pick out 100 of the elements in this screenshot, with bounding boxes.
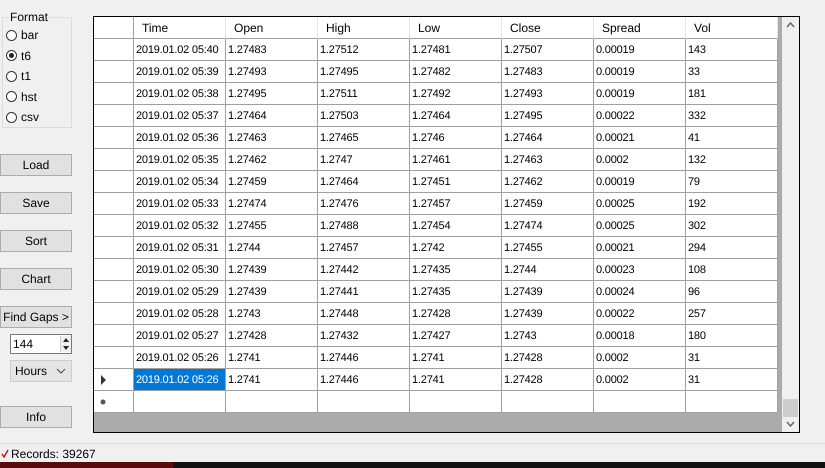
column-header[interactable]: Low [410, 17, 502, 39]
table-cell-text: 41 [687, 130, 701, 146]
table-cell-text: 0.0002 [595, 350, 630, 366]
table-cell-text: 1.27483 [227, 42, 268, 58]
scroll-up-icon[interactable] [786, 22, 795, 28]
table-cell-text: 0.00022 [595, 108, 636, 124]
table-cell-text: 1.27474 [227, 196, 268, 212]
table-cell-text: 1.27464 [227, 108, 268, 124]
table-cell-text: 1.27483 [503, 64, 544, 80]
action-button[interactable]: Save [0, 192, 72, 214]
group-title: Format [9, 10, 50, 24]
table-cell-text: 1.27435 [411, 262, 452, 278]
up-arrow-icon[interactable] [61, 336, 71, 344]
table-cell-text: 0.00019 [595, 174, 636, 190]
table-cell-text: 1.27459 [227, 174, 268, 190]
vertical-scrollbar[interactable] [782, 17, 799, 432]
scroll-down-icon[interactable] [786, 421, 795, 427]
radio-label[interactable]: hst [21, 90, 38, 104]
radio-button[interactable] [6, 30, 17, 41]
table-cell-text: 0.00024 [595, 284, 636, 300]
action-button[interactable]: Load [0, 154, 72, 176]
table-cell-text: 294 [687, 240, 707, 256]
table-cell-text: 1.27495 [319, 64, 360, 80]
row-header[interactable] [94, 369, 134, 391]
table-cell: 2019.01.02 05:26 [134, 369, 225, 390]
table-cell-text: 1.27488 [319, 218, 360, 234]
number-field[interactable]: 144 [10, 334, 72, 354]
table-cell-text: 2019.01.02 05:37 [135, 108, 220, 124]
table-cell-text: 1.27459 [503, 196, 544, 212]
table-cell-text: 0.0002 [595, 372, 630, 388]
table-cell-text: 1.27455 [227, 218, 268, 234]
table-cell-text: 1.27464 [411, 108, 452, 124]
table-cell-text: 0.00025 [595, 218, 636, 234]
unit-dropdown[interactable]: Hours [10, 360, 72, 382]
table-cell-text: 2019.01.02 05:28 [135, 306, 220, 322]
table-cell-text: 1.27441 [319, 284, 360, 300]
table-cell-text: 0.0002 [595, 152, 630, 168]
table-cell-text: 1.27464 [319, 174, 360, 190]
radio-button[interactable] [6, 91, 17, 102]
radio-button[interactable] [6, 70, 17, 82]
table-cell-text: 1.27427 [411, 328, 452, 344]
table-cell-text: 31 [687, 372, 701, 388]
table-cell-text: 1.2744 [227, 240, 262, 256]
column-header[interactable]: Vol [686, 17, 778, 39]
table-cell-text: 2019.01.02 05:30 [135, 262, 220, 278]
table-cell-text: 1.2741 [411, 350, 446, 366]
table-cell-text: 1.27457 [319, 240, 360, 256]
table-cell-text: 1.2743 [227, 306, 262, 322]
radio-label[interactable]: bar [21, 28, 38, 42]
table-cell-text: 1.27474 [503, 218, 544, 234]
table-cell-text: 302 [687, 218, 707, 234]
current-row-icon [100, 374, 107, 384]
table-cell-text: 1.2741 [227, 372, 262, 388]
table-cell-text: 332 [687, 108, 707, 124]
table-cell-text: 1.27482 [411, 64, 452, 80]
radio-button[interactable] [6, 50, 17, 62]
check-icon [1, 449, 9, 458]
radio-label[interactable]: t6 [21, 48, 32, 63]
table-cell-text: 143 [687, 42, 707, 58]
table-cell-text: 1.27462 [503, 174, 544, 190]
table-cell-text: 1.27512 [319, 42, 360, 58]
scroll-thumb[interactable] [783, 399, 798, 417]
table-cell-text: 1.27446 [319, 372, 360, 388]
table-cell-text: 1.27507 [503, 42, 544, 58]
action-button[interactable]: Sort [0, 230, 72, 252]
table-cell-text: 1.2744 [503, 262, 538, 278]
action-button[interactable]: Info [0, 406, 72, 428]
table-cell-text: 1.27493 [227, 64, 268, 80]
column-header[interactable]: Spread [594, 17, 686, 39]
table-cell-text: 192 [687, 196, 707, 212]
down-arrow-icon[interactable] [61, 344, 71, 352]
corner-header[interactable] [94, 17, 134, 39]
table-cell-text: 1.27463 [503, 152, 544, 168]
action-button[interactable]: Chart [0, 268, 72, 290]
table-cell-text: 1.27492 [411, 86, 452, 102]
table-cell-text: 1.27461 [411, 152, 452, 168]
column-header[interactable]: Open [226, 17, 318, 39]
table-cell-text: 1.2747 [319, 152, 354, 168]
radio-label[interactable]: t1 [21, 69, 32, 84]
table-cell-text: 2019.01.02 05:33 [135, 196, 220, 212]
table-cell-text: 2019.01.02 05:36 [135, 130, 220, 146]
table-cell-text: 1.27439 [503, 284, 544, 300]
new-row-icon [100, 398, 106, 404]
table-cell-text: 1.27432 [319, 328, 360, 344]
table-cell-text: 2019.01.02 05:39 [135, 64, 220, 80]
radio-button[interactable] [6, 112, 17, 123]
table-cell-text: 1.27442 [319, 262, 360, 278]
column-header[interactable]: Time [134, 17, 226, 39]
table-cell-text: 0.00019 [595, 64, 636, 80]
column-header[interactable]: Close [502, 17, 594, 39]
table-cell-text: 1.27439 [227, 284, 268, 300]
table-cell-text: 2019.01.02 05:35 [135, 152, 220, 168]
table-cell-text: 1.27462 [227, 152, 268, 168]
table-cell-text: 1.27457 [411, 196, 452, 212]
radio-label[interactable]: csv [21, 110, 39, 124]
table-cell-text: 1.27511 [319, 86, 359, 102]
column-header[interactable]: High [318, 17, 410, 39]
action-button[interactable]: Find Gaps > [0, 306, 72, 328]
table-cell-text: 0.00021 [595, 130, 636, 146]
table-cell-text: 181 [687, 86, 707, 102]
